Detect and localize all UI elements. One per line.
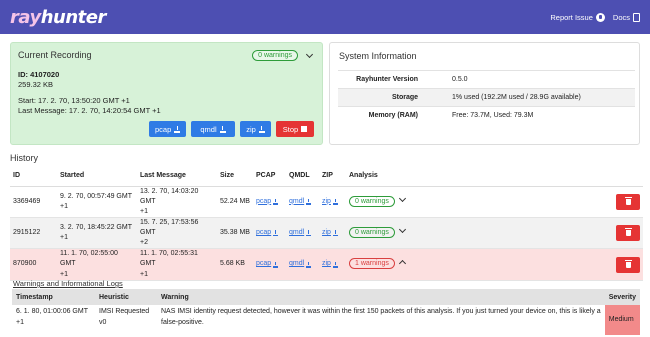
github-icon (595, 12, 605, 22)
analysis-badge: 0 warnings (349, 195, 395, 207)
pcap-download-button[interactable]: pcap (149, 121, 186, 137)
recording-id: ID: 4107020 (18, 70, 60, 79)
download-icon (332, 230, 338, 237)
system-information-title: System Information (339, 51, 417, 61)
table-row: 870900 11. 1. 70, 02:55:00 GMT +1 11. 1. … (10, 248, 643, 281)
download-icon (332, 261, 338, 268)
analysis-badge: 0 warnings (349, 227, 395, 239)
top-navigation-bar: rayhunter Report Issue Docs (0, 0, 650, 34)
download-icon (306, 261, 312, 268)
download-icon (258, 125, 265, 133)
system-row: Rayhunter Version 0.5.0 (338, 70, 635, 89)
trash-icon (624, 259, 632, 268)
pcap-link[interactable]: pcap (256, 228, 279, 238)
docs-link[interactable]: Docs (612, 12, 640, 22)
severity-badge: Medium (604, 305, 640, 335)
table-row: 2915122 3. 2. 70, 18:45:22 GMT +1 15. 7. … (10, 217, 643, 250)
qmdl-link[interactable]: qmdl (289, 197, 312, 207)
download-icon (174, 125, 180, 133)
current-recording-card: Current Recording 0 warnings ID: 4107020… (10, 42, 323, 145)
download-icon (273, 261, 279, 268)
chevron-up-icon[interactable] (398, 260, 406, 268)
table-row: 3369469 9. 2. 70, 00:57:49 GMT +1 13. 2. … (10, 186, 643, 218)
trash-icon (624, 196, 632, 205)
warnings-logs-title: Warnings and Informational Logs (13, 279, 123, 288)
recording-start: Start: 17. 2. 70, 13:50:20 GMT +1 (18, 96, 130, 105)
report-issue-link[interactable]: Report Issue (550, 12, 605, 22)
warnings-logs-table: Timestamp Heuristic Warning Severity 6. … (12, 289, 640, 335)
history-header-row: ID Started Last Message Size PCAP QMDL Z… (10, 166, 643, 187)
delete-button[interactable] (616, 256, 640, 273)
download-icon (273, 198, 279, 205)
recording-last-message: Last Message: 17. 2. 70, 14:20:54 GMT +1 (18, 106, 161, 115)
pcap-link[interactable]: pcap (256, 259, 279, 269)
recording-size: 259.32 KB (18, 80, 54, 89)
system-information-card: System Information Rayhunter Version 0.5.… (329, 42, 640, 145)
chevron-down-icon[interactable] (398, 194, 406, 202)
delete-button[interactable] (616, 193, 640, 210)
system-row: Storage 1% used (192.2M used / 28.9G avai… (338, 88, 635, 107)
history-table: ID Started Last Message Size PCAP QMDL Z… (10, 166, 643, 281)
system-info-table: Rayhunter Version 0.5.0 Storage 1% used (1… (338, 70, 635, 125)
qmdl-link[interactable]: qmdl (289, 259, 312, 269)
pcap-link[interactable]: pcap (256, 197, 279, 207)
stop-icon (301, 126, 308, 132)
delete-button[interactable] (616, 225, 640, 242)
trash-icon (624, 228, 632, 237)
history-title: History (10, 153, 39, 163)
log-row: 6. 1. 80, 01:00:06 GMT +1 IMSI Requested v… (12, 305, 640, 335)
download-icon (306, 230, 312, 237)
rayhunter-logo[interactable]: rayhunter (10, 7, 106, 28)
book-icon (633, 12, 640, 22)
system-row: Memory (RAM) Free: 73.7M, Used: 79.3M (338, 106, 635, 125)
download-icon (273, 230, 279, 237)
docs-label: Docs (612, 12, 630, 22)
zip-link[interactable]: zip (322, 197, 338, 207)
download-icon (219, 125, 226, 133)
chevron-down-icon[interactable] (398, 226, 406, 234)
stop-button[interactable]: Stop (276, 121, 314, 137)
zip-link[interactable]: zip (322, 259, 338, 269)
report-issue-label: Report Issue (550, 12, 593, 22)
zip-link[interactable]: zip (322, 228, 338, 238)
qmdl-download-button[interactable]: qmdl (191, 121, 235, 137)
analysis-badge: 1 warnings (349, 258, 395, 270)
qmdl-link[interactable]: qmdl (289, 228, 312, 238)
recording-warnings-badge: 0 warnings (252, 50, 298, 61)
download-icon (306, 198, 312, 205)
logs-header-row: Timestamp Heuristic Warning Severity (12, 289, 640, 305)
zip-download-button[interactable]: zip (240, 121, 271, 137)
download-icon (332, 198, 338, 205)
